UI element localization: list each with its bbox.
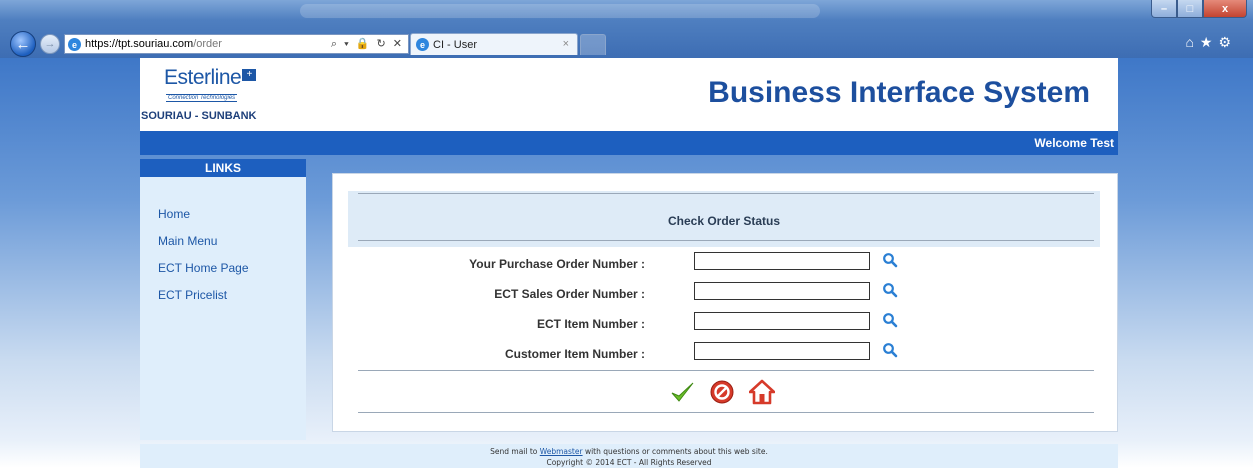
home-favorites-settings-icons[interactable]: ⌂★⚙ (1185, 34, 1237, 51)
brand-tagline: Connection Technologies (166, 94, 238, 102)
tab-close-icon[interactable]: × (563, 38, 569, 50)
submit-checkmark-icon[interactable] (669, 379, 695, 405)
address-bar[interactable]: e https://tpt.souriau.com/order ⌕ ▾ 🔒 ↻ … (64, 34, 409, 54)
cancel-icon[interactable] (709, 379, 735, 405)
search-icon[interactable] (882, 342, 898, 358)
customer-item-label: Customer Item Number : (504, 347, 645, 361)
form-title: Check Order Status (667, 214, 781, 228)
item-number-label: ECT Item Number : (536, 317, 645, 331)
url-path: /order (193, 38, 222, 50)
sales-order-label: ECT Sales Order Number : (494, 287, 645, 301)
sidebar-item-ect-home-page[interactable]: ECT Home Page (158, 261, 249, 288)
copyright: Copyright © 2014 ECT - All Rights Reserv… (546, 458, 712, 467)
webmaster-link[interactable]: Webmaster (540, 447, 583, 456)
form-row-purchase-order: Your Purchase Order Number : (333, 252, 1119, 282)
divider (358, 412, 1094, 413)
divider (358, 240, 1094, 241)
maximize-button[interactable]: □ (1177, 0, 1203, 18)
order-status-form: Check Order Status Your Purchase Order N… (332, 173, 1118, 432)
url-host: https://tpt.souriau.com (85, 38, 194, 50)
site-footer: Send mail to Webmaster with questions or… (140, 444, 1118, 468)
sales-order-input[interactable] (694, 282, 870, 300)
sidebar-item-home[interactable]: Home (158, 207, 249, 234)
forward-arrow-icon[interactable]: → (40, 34, 60, 54)
address-tools-icons[interactable]: ⌕ ▾ 🔒 ↻ ✕ (331, 37, 404, 51)
site-header: Esterline + Connection Technologies SOURI… (140, 58, 1118, 131)
close-window-button[interactable]: x (1203, 0, 1247, 18)
search-icon[interactable] (882, 282, 898, 298)
home-icon[interactable] (749, 379, 775, 405)
new-tab-button[interactable] (580, 34, 606, 55)
sidebar-item-ect-pricelist[interactable]: ECT Pricelist (158, 288, 249, 315)
sidebar: LINKS Home Main Menu ECT Home Page ECT P… (140, 159, 306, 440)
minimize-button[interactable]: – (1151, 0, 1177, 18)
tab-title: CI - User (433, 38, 477, 51)
sidebar-links: Home Main Menu ECT Home Page ECT Priceli… (158, 207, 249, 315)
divider (358, 193, 1094, 194)
form-row-item-number: ECT Item Number : (333, 312, 1119, 342)
customer-item-input[interactable] (694, 342, 870, 360)
divider (358, 370, 1094, 371)
welcome-bar: Welcome Test (140, 131, 1118, 155)
search-icon[interactable] (882, 312, 898, 328)
search-icon[interactable] (882, 252, 898, 268)
form-row-sales-order: ECT Sales Order Number : (333, 282, 1119, 312)
browser-tab[interactable]: e CI - User × (410, 33, 578, 55)
form-row-customer-item: Customer Item Number : (333, 342, 1119, 372)
form-header-panel: Check Order Status (348, 191, 1100, 247)
ie-logo-icon: e (68, 38, 81, 51)
browser-chrome: – □ x ← → e https://tpt.souriau.com/orde… (0, 0, 1253, 58)
footer-contact: Send mail to Webmaster with questions or… (140, 446, 1118, 457)
item-number-input[interactable] (694, 312, 870, 330)
brand-name: Esterline (164, 66, 242, 89)
brand-logo[interactable]: Esterline + (164, 66, 257, 90)
brand-mark-icon: + (242, 69, 257, 81)
back-arrow-icon[interactable]: ← (10, 31, 36, 57)
welcome-text: Welcome Test (1034, 136, 1114, 150)
sidebar-item-main-menu[interactable]: Main Menu (158, 234, 249, 261)
window-controls: – □ x (1151, 0, 1247, 20)
page: Esterline + Connection Technologies SOURI… (140, 58, 1118, 468)
sub-brand: SOURIAU - SUNBANK (141, 110, 257, 122)
tab-ie-icon: e (416, 38, 429, 51)
titlebar-glow (300, 4, 820, 18)
purchase-order-label: Your Purchase Order Number : (469, 257, 645, 271)
footer-text-before: Send mail to (490, 447, 540, 456)
footer-text-after: with questions or comments about this we… (582, 447, 768, 456)
purchase-order-input[interactable] (694, 252, 870, 270)
system-title: Business Interface System (708, 76, 1090, 109)
sidebar-title: LINKS (140, 159, 306, 177)
